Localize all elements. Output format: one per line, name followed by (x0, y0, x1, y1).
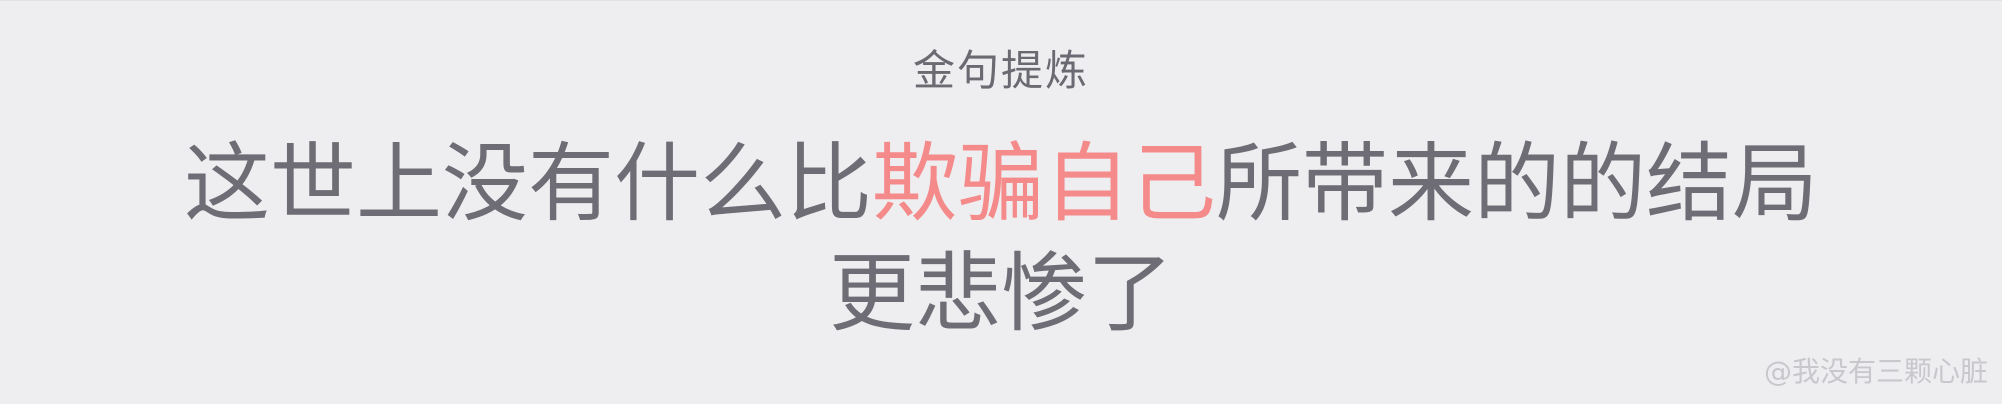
quote-card: 金句提炼 这世上没有什么比欺骗自己所带来的的结局 更悲惨了 @我没有三颗心脏 (0, 0, 2002, 404)
watermark: @我没有三颗心脏 (1763, 355, 1988, 388)
quote-highlight: 欺骗自己 (872, 134, 1216, 234)
quote-line-1-after: 所带来的的结局 (1216, 134, 1818, 234)
quote-line-1-before: 这世上没有什么比 (184, 134, 872, 234)
card-heading: 金句提炼 (912, 46, 1089, 95)
quote-text: 这世上没有什么比欺骗自己所带来的的结局 更悲惨了 (0, 129, 2002, 349)
quote-line-2: 更悲惨了 (829, 244, 1173, 344)
quote-line-1: 这世上没有什么比欺骗自己所带来的的结局 (0, 129, 2002, 239)
